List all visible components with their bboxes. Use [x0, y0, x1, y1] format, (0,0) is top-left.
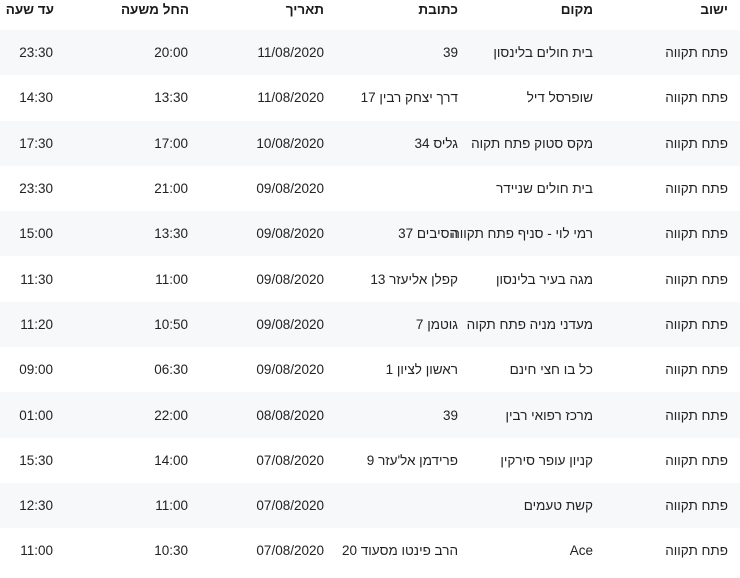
cell-from: 21:00	[154, 181, 188, 197]
cell-to: 14:30	[19, 90, 53, 106]
cell-city: פתח תקווה	[665, 452, 728, 468]
table-row: פתח תקווה קניון עופר סירקין פרידמן אל'עזר …	[0, 437, 740, 483]
cell-date: 07/08/2020	[256, 452, 324, 468]
cell-date: 07/08/2020	[256, 498, 324, 514]
cell-address: הסיבים 37	[398, 226, 458, 242]
table-row: פתח תקווה כל בו חצי חינם ראשון לציון 1 09/0…	[0, 347, 740, 393]
cell-place: מרכז רפואי רבין	[505, 407, 593, 423]
cell-from: 06:30	[154, 362, 188, 378]
cell-date: 09/08/2020	[256, 226, 324, 242]
table-row: פתח תקווה רמי לוי - סניף פתח תקווה הסיבים …	[0, 211, 740, 257]
cell-to: 23:30	[19, 45, 53, 61]
table-row: פתח תקווה קשת טעמים 07/08/2020 11:00 12:30	[0, 482, 740, 529]
header-from[interactable]: החל משעה	[121, 0, 189, 32]
cell-from: 17:00	[154, 135, 188, 151]
cell-from: 10:50	[154, 316, 188, 332]
cell-city: פתח תקווה	[665, 543, 728, 559]
cell-from: 11:00	[155, 498, 188, 514]
cell-to: 12:30	[19, 498, 53, 514]
cell-place: Ace	[569, 543, 593, 559]
cell-city: פתח תקווה	[665, 90, 728, 106]
table-row: פתח תקווה מעדני מניה פתח תקוה גוטמן 7 09/08…	[0, 301, 740, 348]
cell-city: פתח תקווה	[665, 407, 728, 423]
cell-to: 01:00	[19, 407, 53, 423]
cell-to: 15:00	[19, 226, 53, 242]
header-city[interactable]: ישוב	[700, 0, 728, 32]
cell-place: מעדני מניה פתח תקוה	[466, 316, 593, 332]
cell-to: 23:30	[19, 181, 53, 197]
cell-city: פתח תקווה	[665, 271, 728, 287]
cell-place: מגה בעיר בלינסון	[495, 271, 593, 287]
cell-date: 10/08/2020	[256, 135, 324, 151]
cell-date: 09/08/2020	[256, 181, 324, 197]
table-row: פתח תקווה מקס סטוק פתח תקוה גליס 34 10/08/2…	[0, 120, 740, 166]
cell-place: קשת טעמים	[523, 498, 593, 514]
cell-address: פרידמן אל'עזר 9	[366, 452, 458, 468]
header-to[interactable]: עד שעה	[6, 0, 54, 32]
cell-address: דרך יצחק רבין 17	[360, 90, 458, 106]
cell-place: בית חולים שניידר	[496, 181, 593, 197]
cell-to: 11:00	[20, 543, 53, 559]
cell-date: 11/08/2020	[257, 45, 324, 61]
cell-place: כל בו חצי חינם	[509, 362, 593, 378]
cell-city: פתח תקווה	[665, 316, 728, 332]
table-row: פתח תקווה Ace הרב פינטו מסעוד 20 07/08/2020…	[0, 528, 740, 574]
cell-to: 11:20	[20, 316, 53, 332]
cell-from: 20:00	[154, 45, 188, 61]
cell-city: פתח תקווה	[665, 226, 728, 242]
table-body: פתח תקווה בית חולים בלינסון 39 11/08/2020 20…	[0, 30, 740, 574]
cell-place: בית חולים בלינסון	[493, 45, 593, 61]
cell-address: גליס 34	[414, 135, 458, 151]
cell-to: 15:30	[19, 452, 53, 468]
table-row: פתח תקווה מגה בעיר בלינסון קפלן אליעזר 13 0…	[0, 256, 740, 302]
table-row: פתח תקווה שופרסל דיל דרך יצחק רבין 17 11/08…	[0, 75, 740, 121]
header-date[interactable]: תאריך	[286, 0, 324, 32]
cell-date: 09/08/2020	[256, 271, 324, 287]
table-row: פתח תקווה בית חולים שניידר 09/08/2020 21:00…	[0, 165, 740, 212]
header-address[interactable]: כתובת	[418, 0, 458, 32]
cell-address: 39	[442, 407, 458, 423]
cell-from: 13:30	[154, 90, 188, 106]
cell-address: הרב פינטו מסעוד 20	[341, 543, 458, 559]
cell-from: 14:00	[154, 452, 188, 468]
cell-place: שופרסל דיל	[526, 90, 593, 106]
cell-place: קניון עופר סירקין	[500, 452, 593, 468]
cell-date: 09/08/2020	[256, 362, 324, 378]
cell-from: 10:30	[154, 543, 188, 559]
cell-address: גוטמן 7	[415, 316, 458, 332]
cell-from: 11:00	[155, 271, 188, 287]
table-row: פתח תקווה מרכז רפואי רבין 39 08/08/2020 22:0…	[0, 392, 740, 438]
cell-city: פתח תקווה	[665, 135, 728, 151]
table-row: פתח תקווה בית חולים בלינסון 39 11/08/2020 20…	[0, 30, 740, 76]
header-place[interactable]: מקום	[561, 0, 593, 32]
cell-place: מקס סטוק פתח תקוה	[471, 135, 593, 151]
cell-address: ראשון לציון 1	[385, 362, 458, 378]
cell-city: פתח תקווה	[665, 498, 728, 514]
cell-address: קפלן אליעזר 13	[370, 271, 458, 287]
cell-city: פתח תקווה	[665, 45, 728, 61]
table-header-row: ישוב מקום כתובת תאריך החל משעה עד שעה	[0, 0, 740, 30]
cell-place: רמי לוי - סניף פתח תקווה	[451, 226, 593, 242]
cell-from: 13:30	[154, 226, 188, 242]
cell-date: 09/08/2020	[256, 316, 324, 332]
cell-date: 08/08/2020	[256, 407, 324, 423]
cell-date: 11/08/2020	[257, 90, 324, 106]
cell-to: 11:30	[20, 271, 53, 287]
exposure-locations-table: ישוב מקום כתובת תאריך החל משעה עד שעה פת…	[0, 0, 740, 574]
cell-to: 17:30	[19, 135, 53, 151]
cell-city: פתח תקווה	[665, 181, 728, 197]
cell-to: 09:00	[19, 362, 53, 378]
cell-address: 39	[442, 45, 458, 61]
cell-from: 22:00	[154, 407, 188, 423]
cell-city: פתח תקווה	[665, 362, 728, 378]
cell-date: 07/08/2020	[256, 543, 324, 559]
